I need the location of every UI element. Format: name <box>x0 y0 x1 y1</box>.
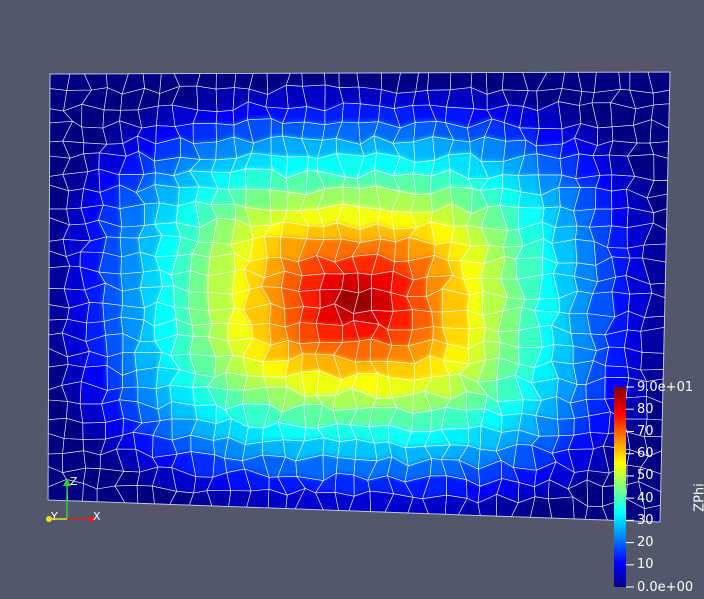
field-surface <box>40 60 680 530</box>
field-cell <box>320 274 344 290</box>
field-cell <box>611 189 628 209</box>
field-cell <box>339 73 359 88</box>
field-cell <box>575 239 595 265</box>
colorbar-tick-label: 9.0e+01 <box>637 381 693 394</box>
colorbar-tick-label: 70 <box>637 425 654 438</box>
colorbar-tick-label: 10 <box>637 558 654 571</box>
field-cell <box>245 169 272 190</box>
y-axis-label: Y <box>51 511 58 522</box>
field-cell <box>641 327 665 353</box>
field-cell <box>395 237 410 261</box>
field-cell <box>262 440 285 457</box>
field-cell <box>641 352 664 370</box>
field-cell <box>197 86 217 112</box>
field-cell <box>302 122 325 140</box>
field-cell <box>302 73 325 86</box>
field-cell <box>339 87 360 104</box>
colorbar-tick-label: 20 <box>637 536 654 549</box>
field-cell <box>536 128 562 146</box>
x-axis-label: X <box>93 511 101 522</box>
field-color-cells <box>48 72 670 522</box>
field-cell <box>589 412 611 434</box>
field-cell <box>137 485 155 504</box>
colorbar-tick-label: 60 <box>637 447 654 460</box>
colorbar-tick-label: 80 <box>637 403 654 416</box>
field-cell <box>189 292 209 311</box>
field-cell <box>120 204 145 227</box>
colorbar-gradient <box>614 387 626 587</box>
field-cell <box>654 154 668 180</box>
colorbar-tick-label: 40 <box>637 492 654 505</box>
field-cell <box>342 103 360 123</box>
field-cell <box>216 73 236 89</box>
field-cell <box>193 124 216 144</box>
field-cell <box>443 310 470 329</box>
colorbar-tick-label: 50 <box>637 469 654 482</box>
field-cell <box>338 439 357 459</box>
field-cell <box>484 341 501 360</box>
field-cell <box>441 407 469 429</box>
field-cell <box>136 367 158 389</box>
field-cell <box>193 110 217 124</box>
z-axis-label: Z <box>70 476 78 487</box>
field-cell <box>48 400 67 420</box>
field-cell <box>412 411 432 432</box>
field-cell <box>281 222 309 239</box>
field-cell <box>263 377 287 388</box>
field-cell <box>336 458 355 476</box>
field-cell <box>611 208 628 228</box>
field-cell <box>83 422 106 439</box>
colorbar-title: ZPhi <box>693 478 704 518</box>
field-cell <box>607 248 630 259</box>
field-cell <box>216 110 234 125</box>
field-cell <box>270 190 288 211</box>
field-cell <box>216 88 234 112</box>
field-cell <box>359 104 380 123</box>
field-cell <box>605 366 629 378</box>
field-cell <box>578 72 596 92</box>
field-cell <box>607 226 627 248</box>
field-cell <box>447 88 474 109</box>
field-cell <box>155 203 178 224</box>
field-cell <box>307 226 324 240</box>
colorbar-tick-label: 0.0e+00 <box>637 581 693 594</box>
mesh-scene[interactable] <box>0 0 704 595</box>
field-cell <box>359 87 381 106</box>
colorbar-tick-label: 30 <box>637 514 654 527</box>
field-cell <box>247 489 269 508</box>
field-cell <box>548 497 574 519</box>
field-cell <box>427 73 451 91</box>
field-cell <box>191 452 215 478</box>
field-cell <box>307 157 317 171</box>
field-cell <box>208 271 235 294</box>
field-cell <box>99 253 122 275</box>
field-cell <box>49 305 70 321</box>
field-cell <box>141 270 163 288</box>
render-viewport[interactable]: 9.0e+0180706050403020100.0e+00 ZPhi Z Y … <box>0 0 704 595</box>
field-cell <box>558 418 575 435</box>
field-cell <box>414 137 435 163</box>
field-cell <box>316 324 343 343</box>
